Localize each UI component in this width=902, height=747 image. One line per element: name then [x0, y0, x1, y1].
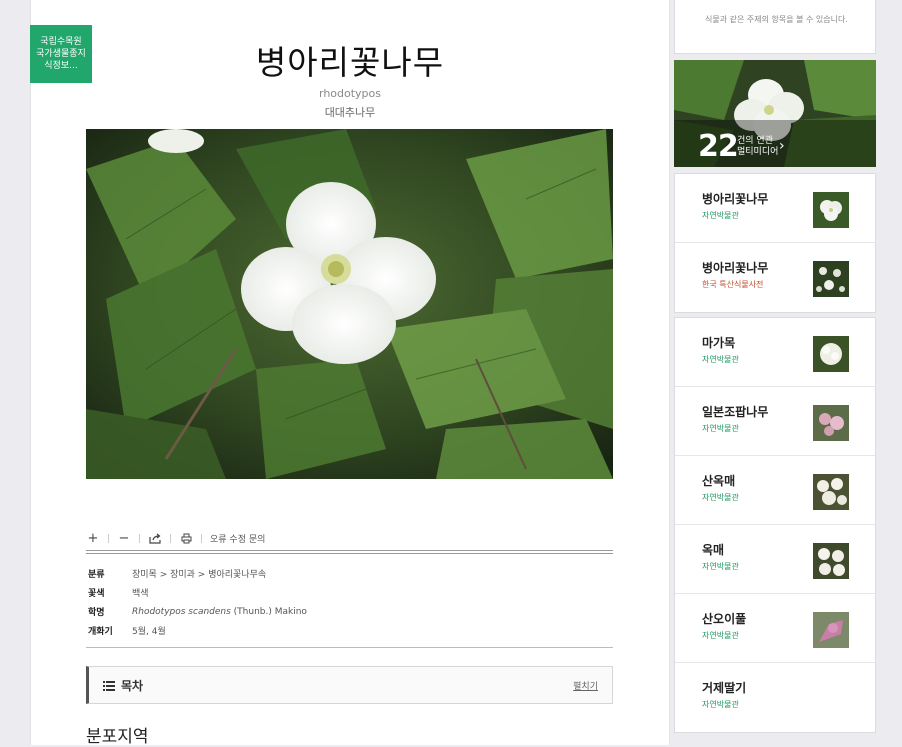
item-source: 한국 특산식물사전 [702, 280, 764, 289]
article-toolbar: + − 오류 수정 문의 [86, 528, 613, 548]
item-thumbnail [813, 612, 849, 648]
section-heading-distribution: 분포지역 [86, 727, 149, 747]
alias-name: 대대추나무 [324, 106, 376, 119]
item-name: 산옥매 [702, 474, 736, 488]
list-item[interactable]: 산옥매 자연박물관 [675, 456, 875, 525]
item-name: 병아리꽃나무 [702, 261, 769, 275]
item-name: 산오이풀 [702, 612, 747, 626]
info-table: 분류 장미목 > 장미과 > 병아리꽃나무속 꽃색 백색 학명 Rhodotyp… [86, 564, 613, 640]
info-key: 꽃색 [88, 589, 105, 599]
info-value[interactable]: 장미목 > 장미과 > 병아리꽃나무속 [132, 567, 266, 580]
flower-image [86, 129, 613, 479]
related-media-card[interactable]: 22 건의 연관 멀티미디어 › [674, 60, 876, 167]
toolbar-divider [108, 533, 109, 543]
item-source: 자연박물관 [702, 493, 739, 502]
info-row-flower-color: 꽃색 백색 [86, 583, 613, 602]
item-source: 자연박물관 [702, 700, 739, 709]
list-item[interactable]: 거제딸기 자연박물관 [675, 663, 875, 732]
list-item[interactable]: 병아리꽃나무 자연박물관 [675, 174, 875, 243]
list-item[interactable]: 마가목 자연박물관 [675, 318, 875, 387]
scientific-name: rhodotypos [318, 87, 381, 100]
item-thumbnail [813, 405, 849, 441]
item-name: 병아리꽃나무 [702, 192, 769, 206]
item-thumbnail [813, 192, 849, 228]
print-icon[interactable] [179, 530, 193, 546]
main-flower-photo[interactable] [86, 129, 613, 479]
item-thumbnail [813, 261, 849, 297]
list-icon [103, 676, 115, 695]
related-plants-list: 마가목 자연박물관 일본조팝나무 자연박물관 산옥매 자연박물관 옥매 자연박물… [674, 317, 876, 733]
toolbar-divider [201, 533, 202, 543]
scientific-name-italic: Rhodotypos scandens [132, 606, 231, 617]
item-thumbnail [813, 543, 849, 579]
double-divider [86, 550, 613, 554]
info-value: 백색 [132, 589, 149, 599]
item-thumbnail [813, 474, 849, 510]
item-name: 일본조팝나무 [702, 405, 769, 419]
item-source: 자연박물관 [702, 211, 739, 220]
info-row-classification: 분류 장미목 > 장미과 > 병아리꽃나무속 [86, 564, 613, 583]
info-key: 개화기 [88, 627, 113, 637]
share-icon[interactable] [148, 530, 162, 546]
list-item[interactable]: 산오이풀 자연박물관 [675, 594, 875, 663]
item-source: 자연박물관 [702, 355, 739, 364]
related-topics-text: 식물과 같은 주제의 항목을 볼 수 있습니다. [705, 15, 848, 24]
divider [86, 647, 613, 648]
item-name: 마가목 [702, 336, 736, 350]
item-source: 자연박물관 [702, 424, 739, 433]
item-source: 자연박물관 [702, 562, 739, 571]
list-item[interactable]: 병아리꽃나무 한국 특산식물사전 [675, 243, 875, 312]
table-of-contents[interactable]: 목차 펼치기 [86, 666, 613, 704]
item-name: 옥매 [702, 543, 725, 557]
item-source: 자연박물관 [702, 631, 739, 640]
info-key: 분류 [88, 570, 105, 580]
info-value: 5월, 4월 [132, 627, 166, 637]
related-topics-card: 식물과 같은 주제의 항목을 볼 수 있습니다. [674, 0, 876, 54]
toc-expand-link[interactable]: 펼치기 [573, 679, 598, 692]
chevron-right-icon: › [779, 138, 785, 154]
plus-icon[interactable]: + [86, 530, 100, 546]
media-label-line2: 멀티미디어 [737, 147, 779, 157]
report-error-link[interactable]: 오류 수정 문의 [210, 532, 265, 545]
info-row-flowering: 개화기 5월, 4월 [86, 621, 613, 640]
item-name: 거제딸기 [702, 681, 747, 695]
minus-icon[interactable]: − [117, 530, 131, 546]
toolbar-divider [170, 533, 171, 543]
media-count: 22 [698, 129, 739, 164]
list-item[interactable]: 옥매 자연박물관 [675, 525, 875, 594]
scientific-name-author: (Thunb.) Makino [230, 606, 307, 617]
info-key: 학명 [88, 608, 105, 618]
toc-title: 목차 [121, 678, 144, 693]
media-label-line1: 건의 연관 [737, 136, 773, 146]
item-thumbnail [813, 336, 849, 372]
toolbar-divider [139, 533, 140, 543]
media-label: 건의 연관 멀티미디어 [737, 136, 778, 158]
list-item[interactable]: 일본조팝나무 자연박물관 [675, 387, 875, 456]
page-title: 병아리꽃나무 [255, 43, 445, 82]
same-name-list: 병아리꽃나무 자연박물관 병아리꽃나무 한국 특산식물사전 [674, 173, 876, 313]
info-value: Rhodotypos scandens (Thunb.) Makino [132, 607, 307, 617]
info-row-scientific-name: 학명 Rhodotypos scandens (Thunb.) Makino [86, 602, 613, 621]
